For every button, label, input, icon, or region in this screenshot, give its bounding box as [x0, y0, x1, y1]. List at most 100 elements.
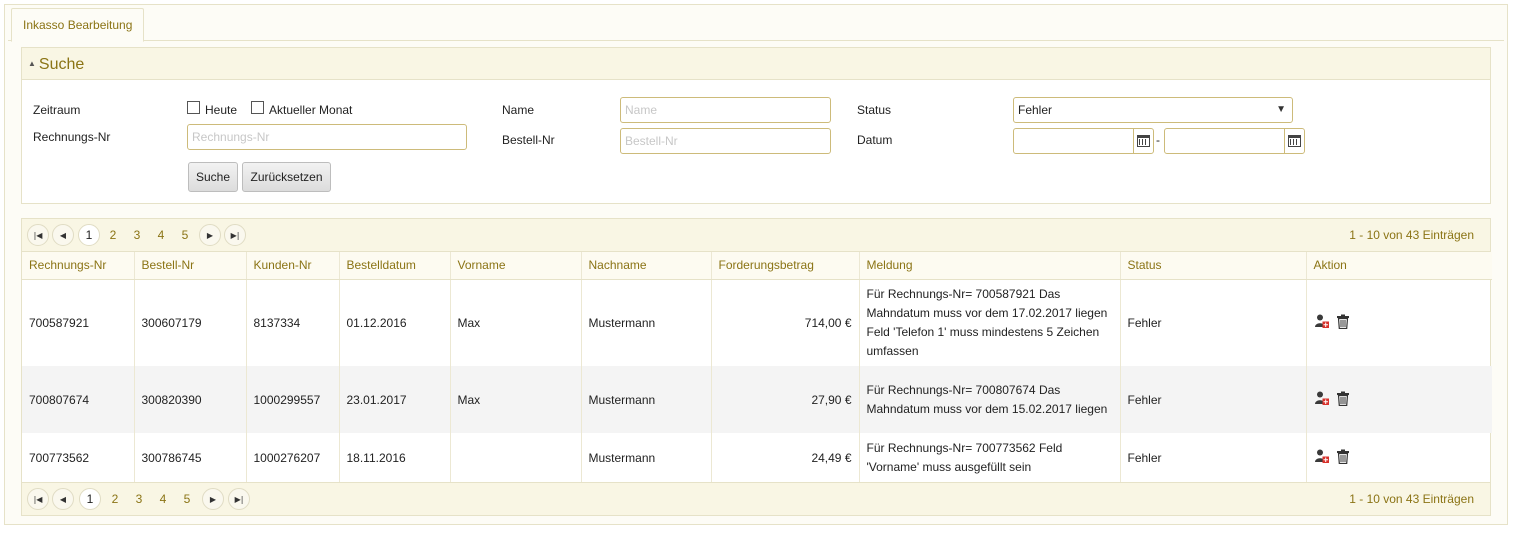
- page-2[interactable]: 2: [102, 224, 124, 246]
- cell-bestelldatum: 18.11.2016: [339, 433, 451, 482]
- user-edit-icon[interactable]: [1314, 313, 1330, 332]
- calendar-icon[interactable]: [1133, 129, 1153, 153]
- datum-separator: -: [1156, 133, 1160, 147]
- rechnungsnr-label: Rechnungs-Nr: [33, 130, 111, 144]
- pager-info: 1 - 10 von 43 Einträgen: [1349, 228, 1474, 242]
- col-rechnungsnr[interactable]: Rechnungs-Nr: [22, 252, 135, 280]
- datum-from-input[interactable]: [1013, 128, 1154, 154]
- cell-vorname: [450, 433, 582, 482]
- tab-bar: Inkasso Bearbeitung: [8, 8, 1504, 42]
- cell-vorname: Max: [450, 279, 582, 366]
- first-page-icon[interactable]: |◀: [27, 488, 49, 510]
- cell-nachname: Mustermann: [581, 433, 712, 482]
- bestellnr-label: Bestell-Nr: [502, 133, 555, 147]
- cell-aktion: [1306, 279, 1492, 366]
- pager-top: |◀ ◀ 1 2 3 4 5 ▶ ▶| 1 - 10 von 43 Einträ…: [22, 219, 1490, 252]
- col-bestellnr[interactable]: Bestell-Nr: [134, 252, 247, 280]
- datum-to-input[interactable]: [1164, 128, 1305, 154]
- cell-nachname: Mustermann: [581, 279, 712, 366]
- results-table: Rechnungs-Nr Bestell-Nr Kunden-Nr Bestel…: [22, 252, 1492, 482]
- cell-nachname: Mustermann: [581, 366, 712, 433]
- cell-bestellnr: 300820390: [134, 366, 247, 433]
- cell-kundennr: 1000276207: [246, 433, 340, 482]
- dropdown-arrow-icon: ▼: [1276, 104, 1286, 115]
- prev-page-icon[interactable]: ◀: [52, 488, 74, 510]
- aktueller-monat-label: Aktueller Monat: [269, 103, 353, 117]
- last-page-icon[interactable]: ▶|: [224, 224, 246, 246]
- page-1[interactable]: 1: [78, 224, 100, 246]
- status-select[interactable]: Fehler ▼: [1013, 97, 1293, 123]
- next-page-icon[interactable]: ▶: [202, 488, 224, 510]
- trash-icon[interactable]: [1336, 449, 1350, 467]
- table-row[interactable]: 700773562 300786745 1000276207 18.11.201…: [22, 433, 1492, 482]
- page-5[interactable]: 5: [176, 488, 198, 510]
- aktueller-monat-checkbox[interactable]: [251, 101, 264, 114]
- suche-button[interactable]: Suche: [188, 162, 238, 192]
- pager-bottom: |◀ ◀ 1 2 3 4 5 ▶ ▶| 1 - 10 von 43 Einträ…: [22, 482, 1490, 515]
- page-4[interactable]: 4: [152, 488, 174, 510]
- bestellnr-input[interactable]: [620, 128, 831, 154]
- col-vorname[interactable]: Vorname: [450, 252, 582, 280]
- datum-label: Datum: [857, 133, 893, 147]
- cell-status: Fehler: [1120, 279, 1307, 366]
- cell-rechnungsnr: 700807674: [22, 366, 135, 433]
- calendar-icon[interactable]: [1284, 129, 1304, 153]
- col-meldung[interactable]: Meldung: [859, 252, 1121, 280]
- search-panel-title: Suche: [38, 56, 85, 73]
- cell-forderungsbetrag: 27,90 €: [711, 366, 860, 433]
- cell-bestellnr: 300607179: [134, 279, 247, 366]
- cell-rechnungsnr: 700773562: [22, 433, 135, 482]
- col-status[interactable]: Status: [1120, 252, 1307, 280]
- user-edit-icon[interactable]: [1314, 390, 1330, 409]
- col-bestelldatum[interactable]: Bestelldatum: [339, 252, 451, 280]
- cell-forderungsbetrag: 714,00 €: [711, 279, 860, 366]
- col-forderungsbetrag[interactable]: Forderungsbetrag: [711, 252, 860, 280]
- zuruecksetzen-button[interactable]: Zurücksetzen: [242, 162, 331, 192]
- first-page-icon[interactable]: |◀: [27, 224, 49, 246]
- search-panel-header[interactable]: ▲ Suche: [22, 48, 1490, 80]
- page-4[interactable]: 4: [150, 224, 172, 246]
- table-row[interactable]: 700807674 300820390 1000299557 23.01.201…: [22, 366, 1492, 433]
- cell-status: Fehler: [1120, 433, 1307, 482]
- col-nachname[interactable]: Nachname: [581, 252, 712, 280]
- page-2[interactable]: 2: [104, 488, 126, 510]
- col-kundennr[interactable]: Kunden-Nr: [246, 252, 340, 280]
- cell-kundennr: 1000299557: [246, 366, 340, 433]
- cell-forderungsbetrag: 24,49 €: [711, 433, 860, 482]
- cell-status: Fehler: [1120, 366, 1307, 433]
- user-edit-icon[interactable]: [1314, 448, 1330, 467]
- page-1[interactable]: 1: [79, 488, 101, 510]
- cell-aktion: [1306, 366, 1492, 433]
- cell-meldung: Für Rechnungs-Nr= 700773562 Feld 'Vornam…: [859, 433, 1121, 482]
- rechnungsnr-input[interactable]: [187, 124, 467, 150]
- prev-page-icon[interactable]: ◀: [52, 224, 74, 246]
- page-3[interactable]: 3: [128, 488, 150, 510]
- results-grid: |◀ ◀ 1 2 3 4 5 ▶ ▶| 1 - 10 von 43 Einträ…: [21, 218, 1492, 516]
- cell-bestellnr: 300786745: [134, 433, 247, 482]
- zeitraum-label: Zeitraum: [33, 103, 81, 117]
- col-aktion: Aktion: [1306, 252, 1492, 280]
- trash-icon[interactable]: [1336, 314, 1350, 332]
- status-select-value: Fehler: [1018, 103, 1053, 117]
- cell-meldung: Für Rechnungs-Nr= 700587921 Das Mahndatu…: [859, 279, 1121, 366]
- heute-checkbox[interactable]: [187, 101, 200, 114]
- name-label: Name: [502, 103, 535, 117]
- cell-kundennr: 8137334: [246, 279, 340, 366]
- name-input[interactable]: [620, 97, 831, 123]
- cell-vorname: Max: [450, 366, 582, 433]
- next-page-icon[interactable]: ▶: [199, 224, 221, 246]
- cell-rechnungsnr: 700587921: [22, 279, 135, 366]
- cell-bestelldatum: 01.12.2016: [339, 279, 451, 366]
- page-5[interactable]: 5: [174, 224, 196, 246]
- heute-label: Heute: [205, 103, 238, 117]
- last-page-icon[interactable]: ▶|: [228, 488, 250, 510]
- tab-inkasso-bearbeitung[interactable]: Inkasso Bearbeitung: [11, 8, 145, 42]
- collapse-triangle-icon[interactable]: ▲: [28, 59, 36, 68]
- table-row[interactable]: 700587921 300607179 8137334 01.12.2016 M…: [22, 279, 1492, 366]
- cell-bestelldatum: 23.01.2017: [339, 366, 451, 433]
- cell-aktion: [1306, 433, 1492, 482]
- pager-info: 1 - 10 von 43 Einträgen: [1349, 492, 1474, 506]
- page-3[interactable]: 3: [126, 224, 148, 246]
- table-header-row: Rechnungs-Nr Bestell-Nr Kunden-Nr Bestel…: [22, 252, 1492, 280]
- trash-icon[interactable]: [1336, 391, 1350, 409]
